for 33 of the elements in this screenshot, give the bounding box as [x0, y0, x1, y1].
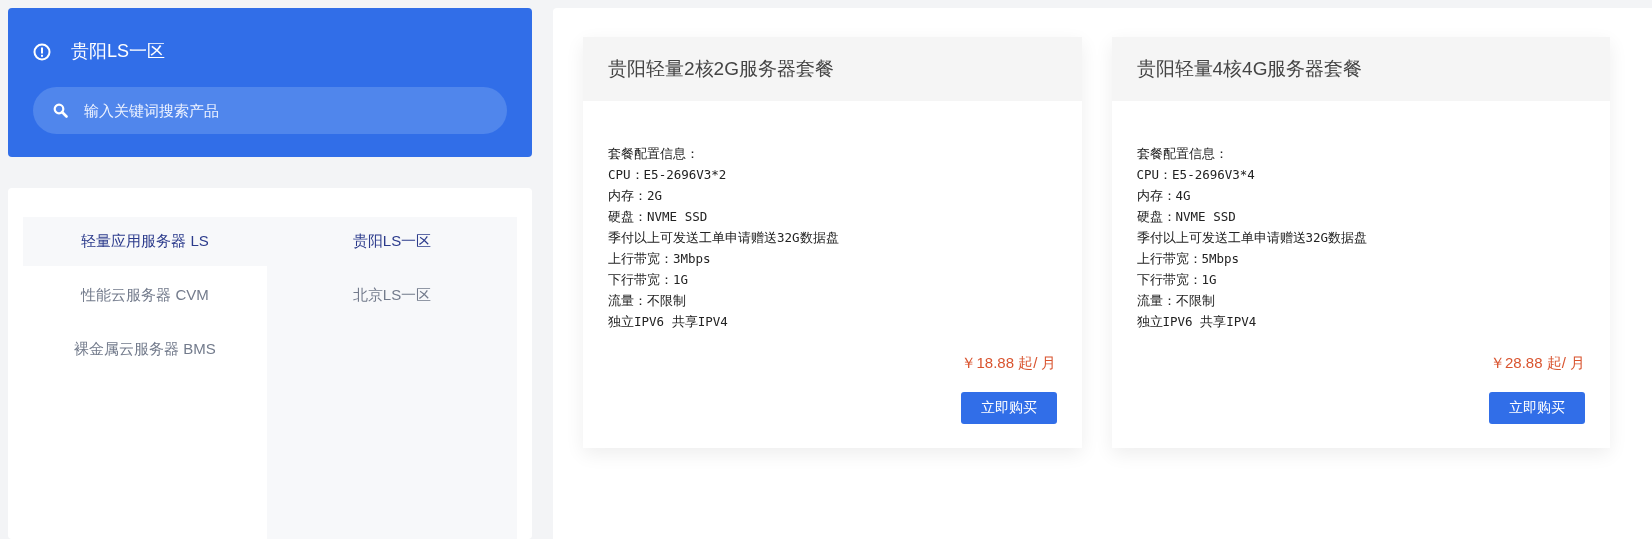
spec-line: 独立IPV6 共享IPV4: [608, 313, 729, 331]
alert-icon: [33, 42, 51, 61]
spec-line: 硬盘：NVME SSD: [1136, 208, 1237, 226]
zone-item[interactable]: 北京LS一区: [267, 271, 517, 320]
zone-item[interactable]: 贵阳LS一区: [267, 217, 517, 266]
category-item[interactable]: 轻量应用服务器 LS: [23, 217, 267, 266]
product-title: 贵阳轻量2核2G服务器套餐: [583, 37, 1082, 101]
spec-line: 流量：不限制: [608, 292, 687, 310]
spec-line: 上行带宽：5Mbps: [1136, 250, 1241, 268]
category-item[interactable]: 性能云服务器 CVM: [23, 271, 267, 320]
spec-line: 独立IPV6 共享IPV4: [1136, 313, 1258, 331]
price-text: ￥28.88 起/ 月: [1488, 353, 1585, 373]
buy-button[interactable]: 立即购买: [960, 391, 1057, 424]
product-title: 贵阳轻量4核4G服务器套餐: [1111, 37, 1610, 101]
spec-line: CPU：E5-2696V3*2: [608, 166, 728, 184]
buy-button[interactable]: 立即购买: [1489, 391, 1585, 424]
spec-line: 流量：不限制: [1136, 292, 1216, 310]
category-item[interactable]: 裸金属云服务器 BMS: [23, 325, 267, 374]
spec-line: 季付以上可发送工单申请赠送32G数据盘: [608, 229, 840, 247]
zone-title: 贵阳LS一区: [71, 40, 166, 63]
spec-line: 下行带宽：1G: [608, 271, 690, 289]
spec-line: 上行带宽：3Mbps: [608, 250, 712, 268]
spec-line: 套餐配置信息：: [608, 145, 700, 163]
spec-line: 内存：4G: [1136, 187, 1192, 205]
spec-line: 硬盘：NVME SSD: [608, 208, 709, 226]
spec-line: CPU：E5-2696V3*4: [1136, 166, 1256, 184]
search-icon: [53, 103, 68, 118]
spec-line: 季付以上可发送工单申请赠送32G数据盘: [1136, 229, 1369, 247]
spec-line: 下行带宽：1G: [1136, 271, 1218, 289]
spec-line: 套餐配置信息：: [1136, 145, 1229, 163]
price-text: ￥18.88 起/ 月: [960, 353, 1057, 373]
spec-line: 内存：2G: [608, 187, 664, 205]
search-field[interactable]: 输入关键词搜索产品: [33, 87, 507, 134]
